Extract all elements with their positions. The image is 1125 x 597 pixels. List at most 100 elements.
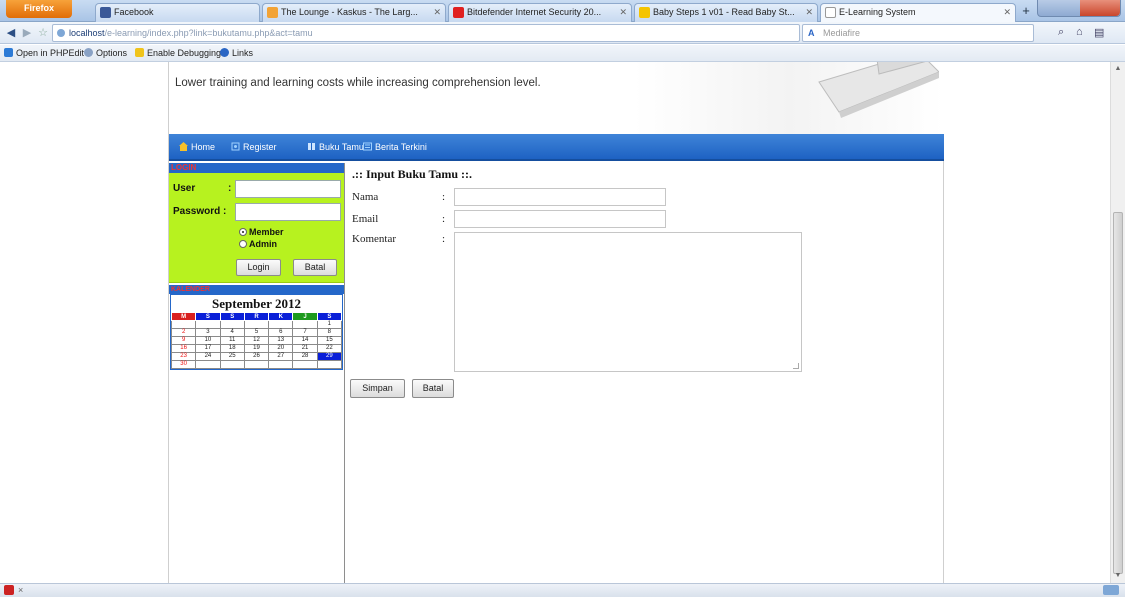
nama-input[interactable] [454, 188, 666, 206]
login-cancel-button[interactable]: Batal [293, 259, 337, 276]
komentar-colon: : [442, 233, 446, 245]
login-box-title: LOGIN [169, 163, 344, 173]
calendar-grid: M S S R K J S 1 2 3 4 5 6 7 8 9 10 11 12… [170, 312, 343, 369]
username-input[interactable] [235, 180, 341, 198]
star-icon[interactable]: ☆ [36, 26, 50, 40]
calendar-day [243, 360, 270, 369]
role-radio-member[interactable]: Member [239, 227, 284, 237]
role-radio-admin[interactable]: Admin [239, 239, 277, 249]
calendar-day: 17 [195, 344, 221, 353]
tab-bitdefender[interactable]: Bitdefender Internet Security 20... ✕ [448, 3, 632, 22]
radio-label: Member [249, 227, 284, 237]
tab-baby-steps[interactable]: Baby Steps 1 v01 - Read Baby St... ✕ [634, 3, 818, 22]
home-icon [179, 142, 188, 151]
calendar-day: 30 [170, 360, 197, 369]
tab-facebook[interactable]: Facebook [95, 3, 260, 22]
bookmark-options[interactable]: Options [84, 45, 127, 61]
calendar-day: 15 [316, 336, 343, 345]
close-tab-icon[interactable]: ✕ [1003, 4, 1011, 21]
komentar-textarea[interactable] [454, 232, 802, 372]
firefox-menu-button[interactable]: Firefox [6, 0, 72, 18]
kaskus-icon [267, 7, 278, 18]
menu-register[interactable]: Register [231, 141, 277, 153]
weekday-header: S [316, 312, 343, 321]
address-bar[interactable]: localhost/e-learning/index.php?link=buku… [52, 24, 800, 42]
tab-elearning[interactable]: E-Learning System ✕ [820, 3, 1016, 22]
search-engine-icon[interactable]: A [808, 28, 818, 38]
navigation-toolbar: ◀ ▶ ☆ localhost/e-learning/index.php?lin… [0, 22, 1125, 44]
page-viewport: Lower training and learning costs while … [0, 62, 1110, 583]
radio-unchecked-icon[interactable] [239, 240, 247, 248]
folder-icon [135, 48, 144, 57]
bookmark-open-in-phpedit[interactable]: Open in PHPEdit [4, 45, 84, 61]
vertical-scrollbar[interactable]: ▲ ▼ [1110, 62, 1125, 583]
weekday-header: S [219, 312, 245, 321]
tab-kaskus[interactable]: The Lounge - Kaskus - The Larg... ✕ [262, 3, 446, 22]
calendar-month: September 2012 [212, 296, 301, 311]
phpedit-icon [4, 48, 13, 57]
login-button[interactable]: Login [236, 259, 281, 276]
status-bar: × [0, 583, 1125, 597]
calendar-day [170, 320, 197, 329]
close-tab-icon[interactable]: ✕ [805, 4, 813, 21]
calendar-week-row: 16 17 18 19 20 21 22 [170, 344, 343, 353]
status-tray-icon[interactable] [1103, 585, 1119, 595]
form-title: .:: Input Buku Tamu ::. [352, 167, 473, 181]
user-colon: : [228, 183, 232, 194]
addon-close-icon[interactable]: × [18, 584, 23, 597]
calendar-day: 7 [292, 328, 318, 337]
back-arrow-icon[interactable]: ◀ [4, 26, 18, 40]
calendar-day [316, 360, 343, 369]
login-form: User : Password : Member Admin Login Bat… [169, 173, 344, 283]
calendar-day [219, 320, 245, 329]
email-colon: : [442, 213, 446, 225]
main-menu: Home Register Buku Tamu Berita Terkini [169, 134, 944, 161]
email-input[interactable] [454, 210, 666, 228]
search-icon[interactable]: ⌕ [1058, 26, 1064, 39]
tab-title: Facebook [114, 7, 154, 17]
calendar-day [195, 320, 221, 329]
window-controls[interactable] [1037, 0, 1121, 17]
calendar-day: 9 [170, 336, 197, 345]
scroll-down-icon[interactable]: ▼ [1111, 569, 1125, 583]
calendar-day [219, 360, 245, 369]
scrollbar-thumb[interactable] [1113, 212, 1123, 574]
close-tab-icon[interactable]: ✕ [619, 4, 627, 21]
bookmark-enable-debugging[interactable]: Enable Debugging [135, 45, 221, 61]
weekday-header: S [195, 312, 221, 321]
password-input[interactable] [235, 203, 341, 221]
simpan-button[interactable]: Simpan [350, 379, 405, 398]
form-cancel-button[interactable]: Batal [412, 379, 454, 398]
calendar-day: 16 [170, 344, 197, 353]
bitdefender-icon [453, 7, 464, 18]
menu-berita-terkini[interactable]: Berita Terkini [363, 141, 427, 153]
bookmark-label: Enable Debugging [147, 48, 222, 58]
menu-buku-tamu[interactable]: Buku Tamu [307, 141, 364, 153]
addon-icon[interactable] [4, 585, 14, 595]
nama-colon: : [442, 191, 446, 203]
home-icon[interactable]: ⌂ [1076, 26, 1083, 38]
header-tagline: Lower training and learning costs while … [175, 77, 541, 89]
bookmarks-menu-icon[interactable]: ▤ [1094, 26, 1104, 39]
calendar-day: 21 [292, 344, 318, 353]
calendar-weekday-row: M S S R K J S [170, 312, 343, 321]
resize-grip-icon[interactable] [793, 363, 799, 369]
page-container: Lower training and learning costs while … [168, 62, 944, 583]
laptop-illustration [818, 62, 939, 118]
weekday-header: K [268, 312, 294, 321]
radio-checked-icon[interactable] [239, 228, 247, 236]
forward-arrow-icon[interactable]: ▶ [20, 26, 34, 40]
calendar-day: 1 [316, 320, 343, 329]
search-box[interactable]: A Mediafire [802, 24, 1034, 42]
bookmark-label: Options [96, 48, 128, 58]
radio-label: Admin [249, 239, 277, 249]
scroll-up-icon[interactable]: ▲ [1111, 62, 1125, 76]
close-tab-icon[interactable]: ✕ [433, 4, 441, 21]
new-tab-button[interactable]: + [1019, 4, 1033, 20]
menu-home[interactable]: Home [179, 141, 215, 153]
window-close-icon[interactable] [1080, 0, 1120, 16]
bookmark-links[interactable]: Links [220, 45, 253, 61]
tab-title: The Lounge - Kaskus - The Larg... [281, 7, 418, 17]
site-identity-icon[interactable] [57, 29, 65, 37]
calendar-day: 2 [170, 328, 197, 337]
